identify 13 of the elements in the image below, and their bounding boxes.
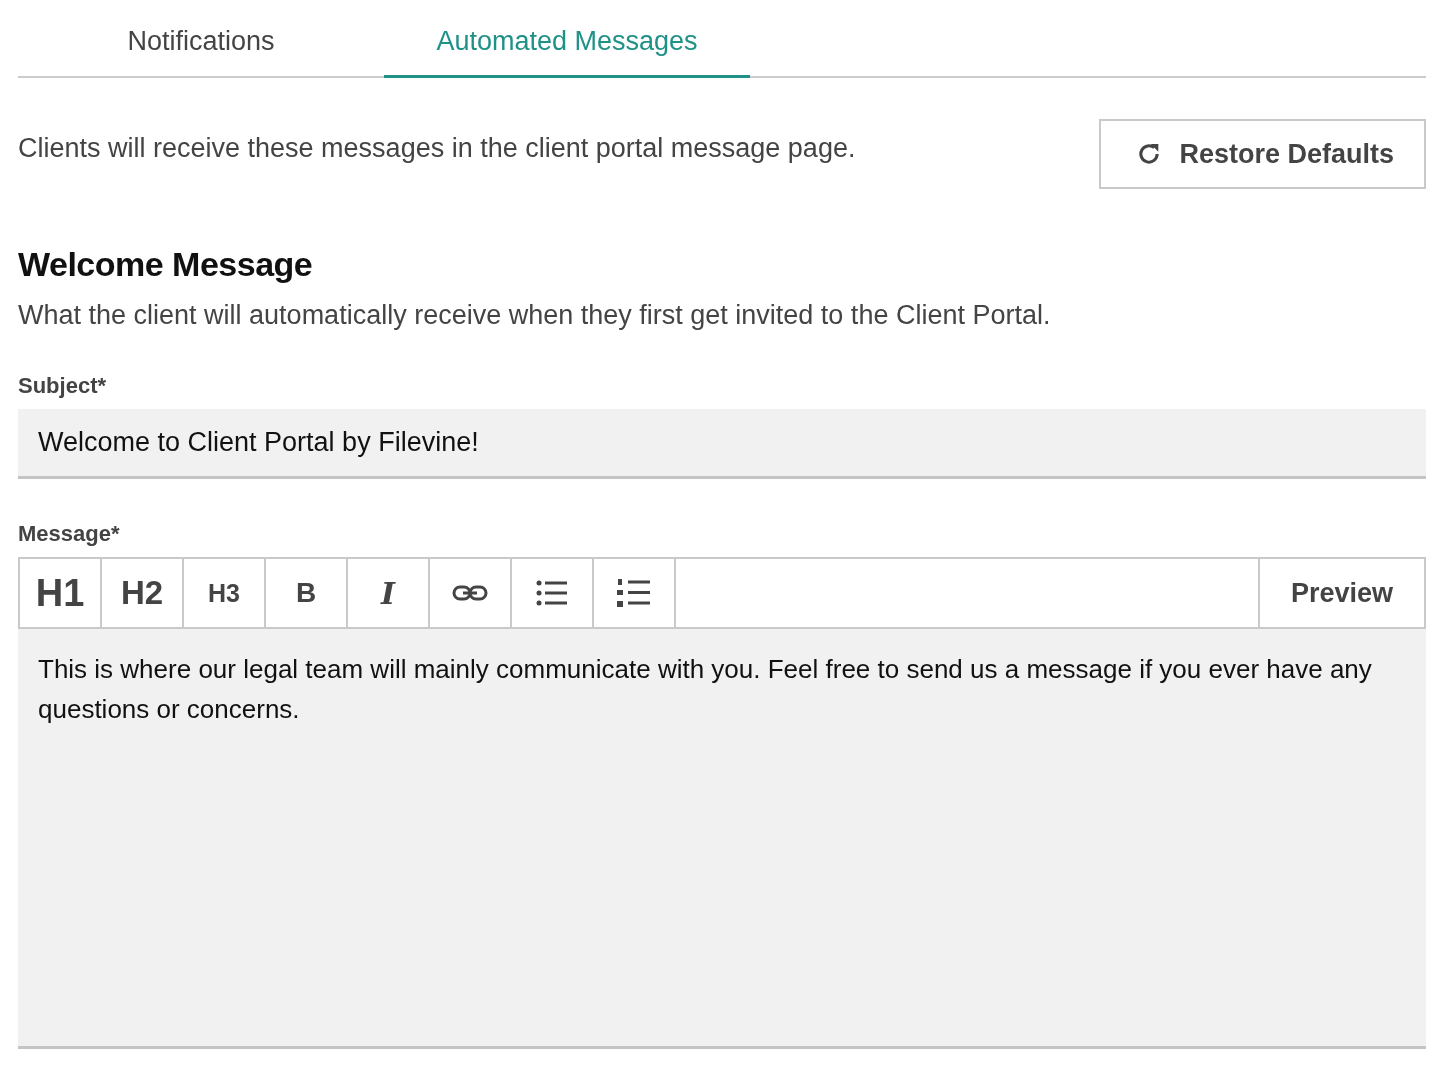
- field-label: Subject*: [18, 373, 108, 399]
- intro-text: Clients will receive these messages in the client portal message page.: [18, 133, 856, 164]
- numbered-list-icon: [617, 579, 651, 607]
- link-icon: [452, 584, 488, 602]
- restore-defaults-button[interactable]: Restore Defaults: [1099, 119, 1426, 189]
- message-field[interactable]: This is where our legal team will mainly communicate with you. Feel free to send us a message if you ever have any questions or concerns.: [18, 629, 1426, 1049]
- section-title: Welcome Message: [18, 245, 314, 284]
- subject-field[interactable]: Welcome to Client Portal by Filevine!: [18, 409, 1426, 479]
- tab[interactable]: Notifications: [18, 0, 384, 78]
- tab[interactable]: Automated Messages: [384, 0, 750, 78]
- bullet-list-icon: [536, 580, 568, 606]
- field-label: Message*: [18, 521, 121, 547]
- section-description: What the client will automatically receive when they first get invited to the Client Portal.: [18, 300, 1052, 331]
